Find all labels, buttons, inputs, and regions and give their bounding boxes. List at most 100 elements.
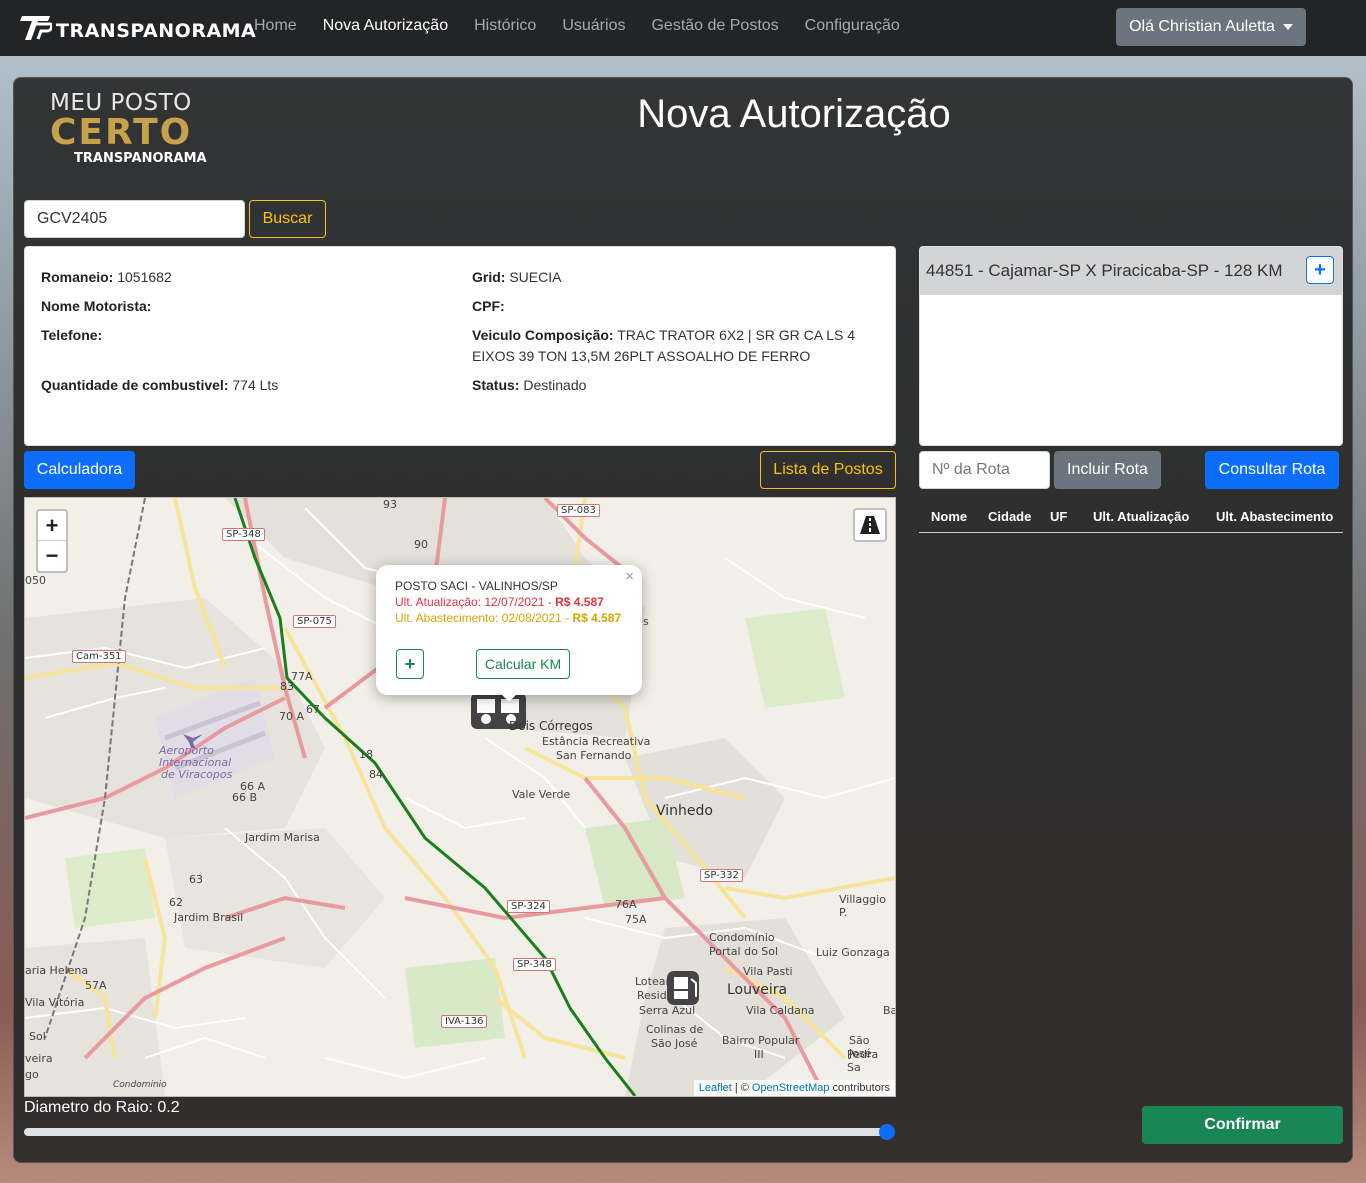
map-label-estancia-2: San Fernando (556, 749, 632, 762)
status-value: Destinado (523, 377, 587, 393)
nav-configuracao[interactable]: Configuração (805, 17, 900, 35)
map-label-louveira: Louveira (727, 982, 788, 998)
grid-value: SUECIA (509, 269, 562, 285)
route-item-label: 44851 - Cajamar-SP X Piracicaba-SP - 128… (926, 261, 1283, 280)
cpf-field: CPF: (472, 296, 505, 317)
col-nome[interactable]: Nome (931, 509, 967, 524)
map-label-66b: 66 B (232, 791, 258, 804)
attribution-sep: | © (734, 1082, 749, 1094)
nav-historico[interactable]: Histórico (474, 17, 536, 35)
popup-ult-atualizacao: Ult. Atualização: 12/07/2021 - R$ 4.587 (395, 595, 604, 609)
map[interactable]: SP-083 SP-348 SP-075 Cam-351 SP-332 SP-3… (24, 497, 896, 1097)
status-field: Status: Destinado (472, 375, 586, 396)
plate-search-input[interactable] (24, 200, 245, 238)
postos-table-header: Nome Cidade UF Ult. Atualização Ult. Aba… (919, 500, 1343, 533)
user-menu-button[interactable]: Olá Christian Auletta (1116, 8, 1306, 46)
map-label-go: go (25, 1068, 39, 1081)
veiculo-value-2: EIXOS 39 TON 13,5M 26PLT ASSOALHO DE FER… (472, 348, 811, 364)
map-label-sp348b: SP-348 (513, 958, 556, 971)
map-label-sao-jose-2: Pedra Sa (847, 1048, 879, 1074)
romaneio-label: Romaneio: (41, 269, 114, 285)
leaflet-link[interactable]: Leaflet (699, 1082, 732, 1094)
map-label-90: 90 (414, 538, 428, 551)
nav-nova-autorizacao[interactable]: Nova Autorização (323, 17, 448, 35)
main-panel: MEU POSTO CERTO TRANSPANORAMA Nova Autor… (13, 77, 1353, 1163)
route-item[interactable]: 44851 - Cajamar-SP X Piracicaba-SP - 128… (920, 247, 1342, 295)
map-label-vila-vitoria: Vila Vitória (25, 996, 85, 1009)
zoom-in-button[interactable]: + (38, 511, 66, 541)
grid-label: Grid: (472, 269, 506, 285)
zoom-out-button[interactable]: − (38, 541, 66, 571)
telefone-label: Telefone: (41, 327, 103, 343)
col-ult-abastecimento[interactable]: Ult. Abastecimento (1216, 509, 1333, 524)
map-label-vale-verde: Vale Verde (512, 788, 571, 801)
col-ult-atualizacao[interactable]: Ult. Atualização (1093, 509, 1189, 524)
calcular-km-button[interactable]: Calcular KM (476, 649, 570, 679)
map-label-ba: Ba (883, 1004, 896, 1017)
map-label-050: 050 (25, 574, 46, 587)
map-label-63: 63 (189, 873, 203, 886)
nav-links: Home Nova Autorização Histórico Usuários… (254, 17, 926, 35)
osm-link[interactable]: OpenStreetMap (752, 1082, 830, 1094)
map-label-83: 83 (280, 680, 294, 693)
cpf-label: CPF: (472, 298, 505, 314)
map-label-vila-caldana: Vila Caldana (746, 1004, 815, 1017)
buscar-button[interactable]: Buscar (249, 200, 326, 238)
lista-postos-button[interactable]: Lista de Postos (760, 451, 896, 489)
map-label-s: s (643, 615, 649, 628)
popup-ult-abastecimento: Ult. Abastecimento: 02/08/2021 - R$ 4.58… (395, 611, 621, 625)
motorista-field: Nome Motorista: (41, 296, 151, 317)
map-label-70a: 70 A (279, 710, 305, 723)
map-label-luiz-gonzaga: Luiz Gonzaga (816, 946, 890, 959)
map-label-veira: veira (25, 1052, 53, 1065)
road-layer-icon[interactable] (853, 508, 887, 542)
grid-field: Grid: SUECIA (472, 267, 561, 288)
nav-usuarios[interactable]: Usuários (562, 17, 625, 35)
calculadora-button[interactable]: Calculadora (24, 451, 135, 489)
popup-close-icon[interactable]: × (625, 568, 634, 585)
nav-home[interactable]: Home (254, 17, 297, 35)
map-label-colinas-1: Colinas de (646, 1023, 704, 1036)
zoom-control: + − (36, 509, 68, 573)
page-title: Nova Autorização (637, 92, 951, 136)
caret-down-icon (1282, 24, 1293, 30)
map-label-bairro-2: III (754, 1048, 764, 1061)
map-label-jardim-brasil: Jardim Brasil (174, 911, 244, 924)
raio-slider[interactable] (24, 1128, 890, 1136)
consultar-rota-button[interactable]: Consultar Rota (1205, 451, 1339, 489)
map-label-18: 18 (359, 748, 373, 761)
logo-line-3: TRANSPANORAMA (74, 151, 207, 166)
raio-slider-thumb[interactable] (879, 1124, 895, 1140)
col-cidade[interactable]: Cidade (988, 509, 1031, 524)
transpanorama-logo-icon (20, 12, 54, 42)
map-label-condominio-1: Condomínio (709, 931, 775, 944)
combustivel-field: Quantidade de combustivel: 774 Lts (41, 375, 278, 396)
confirmar-button[interactable]: Confirmar (1142, 1106, 1343, 1144)
map-label-lotear: Lotear (635, 975, 671, 988)
telefone-field: Telefone: (41, 325, 102, 346)
map-label-84: 84 (369, 768, 383, 781)
romaneio-value: 1051682 (117, 269, 172, 285)
brand[interactable]: TRANSPANORAMA (20, 12, 256, 42)
map-label-maria-helena: aria Helena (25, 964, 89, 977)
map-label-iva136: IVA-136 (441, 1015, 488, 1028)
rota-number-input[interactable]: Nº da Rota (919, 451, 1050, 489)
nav-gestao-postos[interactable]: Gestão de Postos (651, 17, 778, 35)
map-label-vinhedo: Vinhedo (656, 803, 713, 819)
col-uf[interactable]: UF (1050, 509, 1067, 524)
map-label-cam351: Cam-351 (72, 650, 126, 663)
station-popup: × POSTO SACI - VALINHOS/SP Ult. Atualiza… (376, 565, 642, 702)
popup-add-button[interactable]: + (396, 649, 424, 679)
popup-station-name: POSTO SACI - VALINHOS/SP (395, 579, 558, 593)
brand-name: TRANSPANORAMA (56, 20, 257, 42)
map-label-sp324: SP-324 (507, 900, 550, 913)
romaneio-field: Romaneio: 1051682 (41, 267, 172, 288)
add-route-button[interactable]: + (1306, 256, 1334, 284)
popup-tip (499, 693, 519, 703)
map-label-67: 67 (306, 703, 320, 716)
map-label-sp083: SP-083 (557, 504, 600, 517)
motorista-label: Nome Motorista: (41, 298, 152, 314)
map-label-57a: 57A (85, 979, 107, 992)
user-menu-label: Olá Christian Auletta (1129, 18, 1275, 35)
incluir-rota-button[interactable]: Incluir Rota (1054, 451, 1161, 489)
